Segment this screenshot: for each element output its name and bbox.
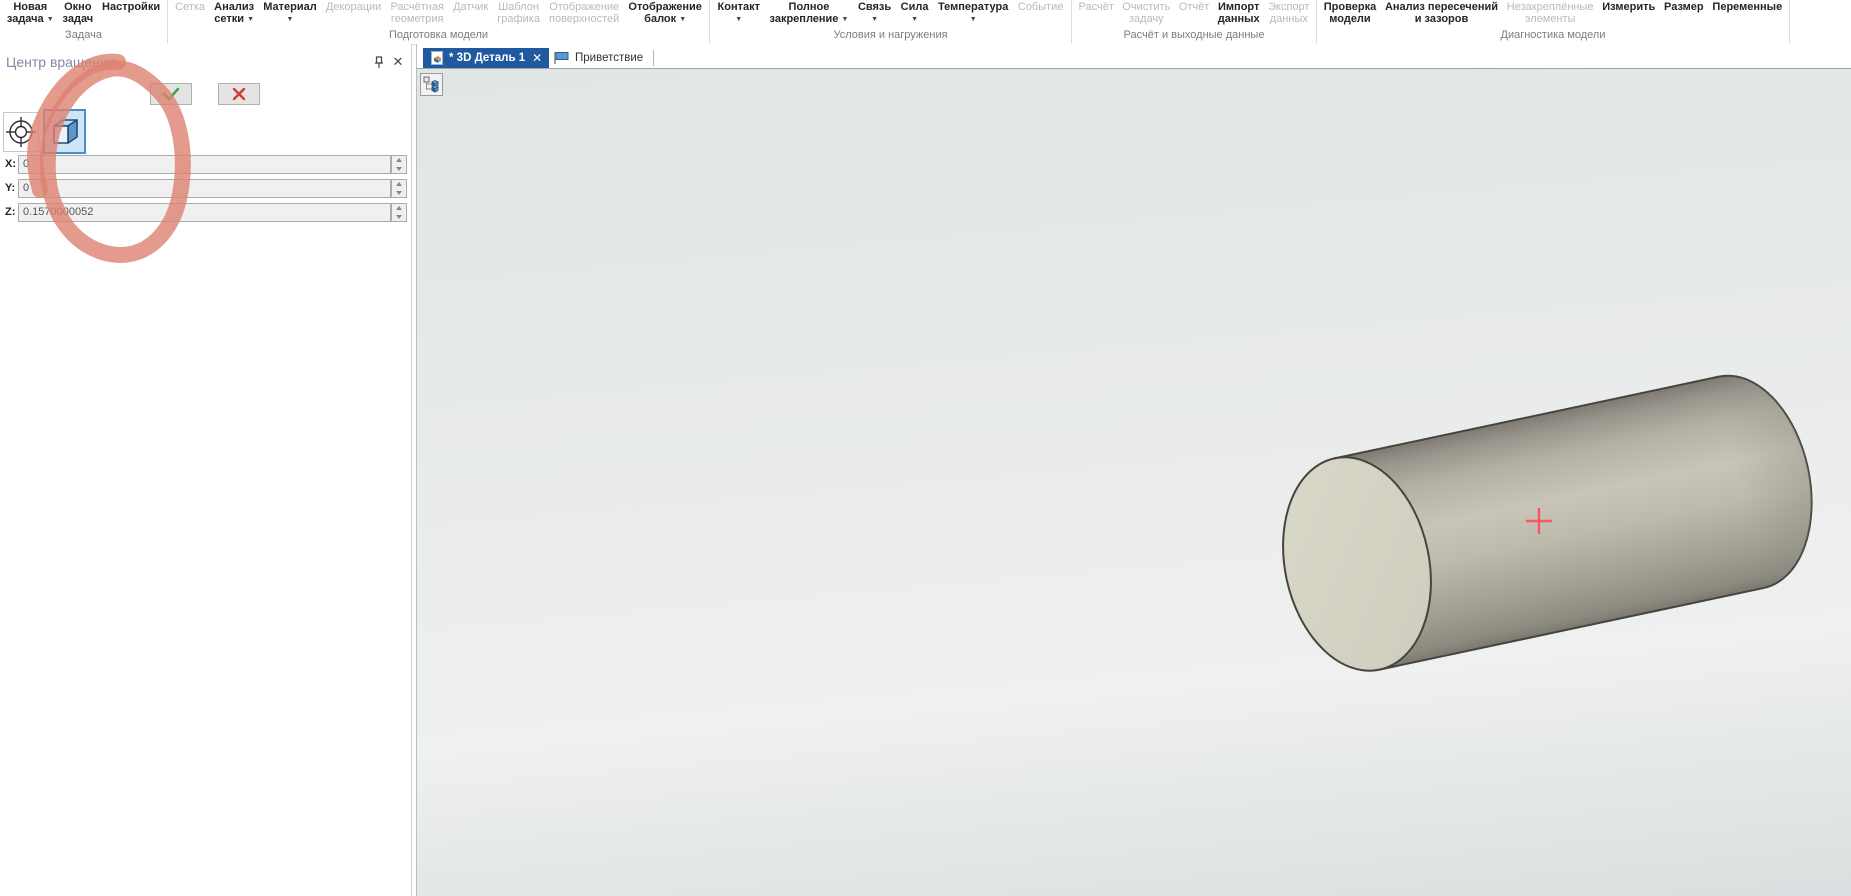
x-spin-up-icon[interactable]: [392, 156, 406, 165]
ribbon-item-2-1[interactable]: Полноезакрепление ▼: [768, 1, 851, 25]
tab-label: Приветствие: [575, 52, 643, 64]
cancel-button[interactable]: [218, 83, 260, 105]
ribbon-group-3: Расчёт Очиститьзадачу Отчёт ИмпортданныхЭкс…: [1072, 0, 1317, 43]
ribbon-group-label: Подготовка модели: [168, 29, 709, 41]
ribbon-group-items: Расчёт Очиститьзадачу Отчёт ИмпортданныхЭкс…: [1072, 0, 1316, 30]
ribbon-group-items: ПроверкамоделиАнализ пересеченийи зазоро…: [1317, 0, 1789, 30]
3d-viewport[interactable]: [417, 68, 1851, 896]
ribbon-item-0-0[interactable]: Новаязадача ▼: [5, 1, 56, 25]
ribbon-group-label: Диагностика модели: [1317, 29, 1789, 41]
cross-icon: [232, 87, 246, 101]
ribbon-group-items: Контакт▼Полноезакрепление ▼Связь▼Сила▼Те…: [710, 0, 1071, 30]
ribbon-item-1-2[interactable]: Материал▼: [261, 1, 319, 25]
ribbon-item-0-2[interactable]: Настройки: [100, 1, 162, 13]
y-spinner[interactable]: [391, 179, 407, 198]
ribbon-item-2-0[interactable]: Контакт▼: [716, 1, 762, 25]
ribbon-group-0: Новаязадача ▼Окнозадач Настройки Задача: [0, 0, 168, 43]
y-spin-down-icon[interactable]: [392, 189, 406, 198]
close-icon[interactable]: ✕: [391, 55, 405, 69]
panel-title: Центр вращения: [6, 54, 115, 70]
ribbon-item-1-5: Датчик: [451, 1, 490, 13]
ribbon-item-2-3[interactable]: Сила▼: [899, 1, 931, 25]
ribbon-item-1-7: Отображениеповерхностей: [547, 1, 621, 25]
ribbon-group-1: Сетка Анализсетки ▼Материал▼ Декорации Расч…: [168, 0, 710, 43]
crosshair-icon: [5, 116, 37, 148]
x-label: X:: [5, 158, 16, 170]
tab-close-icon[interactable]: ✕: [532, 51, 542, 65]
y-spin-up-icon[interactable]: [392, 180, 406, 189]
tab-separator: [653, 50, 654, 66]
x-spinner[interactable]: [391, 155, 407, 174]
ribbon-item-2-5: Событие: [1016, 1, 1066, 13]
ribbon-item-1-8[interactable]: Отображениебалок ▼: [626, 1, 703, 25]
ribbon-group-4: ПроверкамоделиАнализ пересеченийи зазоро…: [1317, 0, 1790, 43]
y-input[interactable]: 0: [18, 179, 391, 198]
ribbon-item-1-1[interactable]: Анализсетки ▼: [212, 1, 256, 25]
ribbon-item-3-1: Очиститьзадачу: [1120, 1, 1172, 25]
flag-icon: [553, 51, 570, 65]
app-window: { "ribbon": { "groups": [ { "label": "За…: [0, 0, 1851, 896]
model-center-button-selected[interactable]: [43, 109, 86, 154]
x-spin-down-icon[interactable]: [392, 165, 406, 174]
ribbon-group-label: Условия и нагружения: [710, 29, 1071, 41]
z-label: Z:: [5, 206, 15, 218]
ribbon-group-2: Контакт▼Полноезакрепление ▼Связь▼Сила▼Те…: [710, 0, 1072, 43]
ribbon-group-items: Новаязадача ▼Окнозадач Настройки: [0, 0, 167, 30]
ribbon-item-1-4: Расчётнаягеометрия: [388, 1, 446, 25]
ribbon-item-4-4[interactable]: Размер: [1662, 1, 1706, 13]
tab-label: * 3D Деталь 1: [449, 52, 525, 64]
ribbon-item-4-2: Незакреплённыеэлементы: [1505, 1, 1596, 25]
ribbon-groups: Новаязадача ▼ОкнозадачНастройкиЗадачаСет…: [0, 0, 1851, 44]
model-tree-button[interactable]: [420, 73, 443, 96]
cylinder-far-cap: [1628, 363, 1830, 608]
structure-icon: [423, 76, 440, 93]
rotation-center-panel: Центр вращения ✕ X:0Y:0: [0, 44, 412, 896]
y-label: Y:: [5, 182, 15, 194]
document-tabbar: * 3D Деталь 1 ✕ Приветствие: [417, 44, 1851, 68]
ribbon-item-3-3[interactable]: Импортданных: [1216, 1, 1262, 25]
cylinder-end-cap: [1264, 443, 1450, 684]
ribbon-item-1-6: Шаблонграфика: [495, 1, 542, 25]
ribbon-item-1-0: Сетка: [173, 1, 207, 13]
cylinder-model[interactable]: [1247, 359, 1847, 699]
tab-welcome[interactable]: Приветствие: [545, 48, 651, 68]
ribbon-item-0-1[interactable]: Окнозадач: [61, 1, 96, 25]
apply-button[interactable]: [150, 83, 192, 105]
pick-center-button[interactable]: [3, 112, 39, 152]
ribbon-group-label: Задача: [0, 29, 167, 41]
ribbon-item-4-5[interactable]: Переменные: [1710, 1, 1784, 13]
z-spin-up-icon[interactable]: [392, 204, 406, 213]
check-icon: [161, 87, 181, 101]
ribbon-group-label: Расчёт и выходные данные: [1072, 29, 1316, 41]
cube-icon: [48, 115, 82, 149]
z-spin-down-icon[interactable]: [392, 213, 406, 222]
ribbon-item-4-0[interactable]: Проверкамодели: [1322, 1, 1378, 25]
rotation-center-crosshair: [1526, 508, 1552, 534]
ribbon: Новаязадача ▼ОкнозадачНастройкиЗадачаСет…: [0, 0, 1851, 45]
ribbon-item-2-2[interactable]: Связь▼: [856, 1, 893, 25]
ribbon-item-4-3[interactable]: Измерить: [1600, 1, 1657, 13]
part-document-icon: [430, 51, 444, 65]
ribbon-item-3-0: Расчёт: [1077, 1, 1116, 13]
ribbon-item-4-1[interactable]: Анализ пересеченийи зазоров: [1383, 1, 1500, 25]
cylinder-body: [1335, 363, 1831, 670]
ribbon-item-3-2: Отчёт: [1177, 1, 1211, 13]
z-spinner[interactable]: [391, 203, 407, 222]
ribbon-group-items: Сетка Анализсетки ▼Материал▼ Декорации Расч…: [168, 0, 709, 30]
ribbon-item-2-4[interactable]: Температура▼: [936, 1, 1010, 25]
pin-icon[interactable]: [372, 55, 386, 69]
ribbon-item-3-4: Экспортданных: [1266, 1, 1311, 25]
x-input[interactable]: 0: [18, 155, 391, 174]
z-input[interactable]: 0.1570000052: [18, 203, 391, 222]
ribbon-item-1-3: Декорации: [324, 1, 383, 13]
tab-3d-detail[interactable]: * 3D Деталь 1 ✕: [423, 48, 549, 68]
